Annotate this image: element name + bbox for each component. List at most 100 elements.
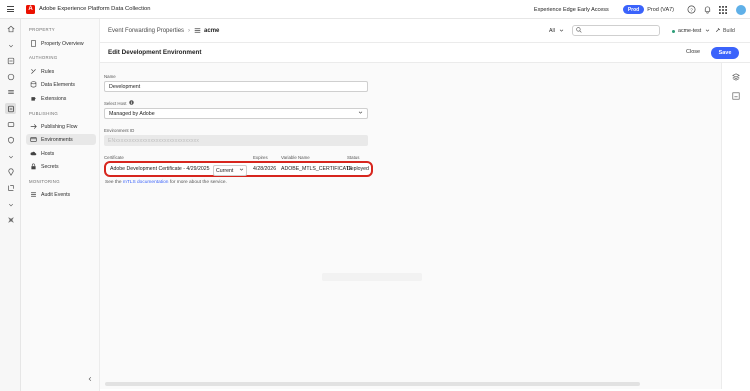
side-navigation: PROPERTY Property Overview AUTHORING Rul… bbox=[21, 19, 100, 391]
comment-icon[interactable] bbox=[731, 91, 741, 101]
menu-icon[interactable] bbox=[0, 0, 20, 19]
top-bar: A Adobe Experience Platform Data Collect… bbox=[0, 0, 750, 19]
info-icon[interactable] bbox=[129, 100, 135, 106]
chevron-down-icon[interactable] bbox=[5, 40, 16, 51]
collapse-nav-icon[interactable] bbox=[85, 374, 94, 383]
save-button[interactable]: Save bbox=[711, 47, 739, 59]
host-select[interactable]: Managed by Adobe bbox=[104, 108, 368, 119]
sidebar-item-label: Property Overview bbox=[41, 40, 84, 47]
chevron-down-icon[interactable] bbox=[5, 199, 16, 210]
user-avatar[interactable] bbox=[736, 4, 746, 15]
nav-section-property: PROPERTY bbox=[29, 27, 55, 32]
filter-select[interactable]: All bbox=[549, 26, 569, 36]
list-icon bbox=[29, 191, 37, 199]
horizontal-scrollbar[interactable] bbox=[105, 382, 640, 386]
breadcrumb-separator: › bbox=[188, 28, 191, 34]
select-host-label-text: Select Host bbox=[104, 100, 127, 106]
right-panel-rail bbox=[721, 63, 750, 389]
rules-icon bbox=[29, 68, 37, 76]
app-rail bbox=[0, 19, 21, 391]
sidebar-item-rules[interactable]: Rules bbox=[26, 66, 96, 77]
environment-id-label: Environment ID bbox=[104, 128, 135, 133]
sidebar-item-label: Publishing Flow bbox=[41, 123, 78, 130]
publishing-flow-icon bbox=[29, 123, 37, 131]
environment-select[interactable]: acme-test bbox=[672, 26, 710, 36]
certificate-version-dropdown[interactable]: Current bbox=[213, 165, 248, 176]
sidebar-item-property-overview[interactable]: Property Overview bbox=[26, 38, 96, 49]
expires-column-header: Expires bbox=[253, 155, 268, 160]
environment-status-dot bbox=[672, 29, 675, 33]
variable-name-column-header: Variable Name bbox=[281, 155, 310, 160]
close-button[interactable]: Close bbox=[686, 49, 700, 55]
chevron-down-icon bbox=[239, 167, 244, 174]
environments-icon bbox=[29, 136, 37, 144]
main-area: Event Forwarding Properties › acme All a… bbox=[100, 19, 750, 391]
location-icon[interactable] bbox=[5, 166, 16, 177]
lock-icon bbox=[29, 163, 37, 171]
chevron-down-icon bbox=[358, 110, 363, 117]
help-prefix: See the bbox=[105, 180, 123, 185]
svg-text:?: ? bbox=[690, 7, 693, 12]
sidebar-item-label: Audit Events bbox=[41, 191, 71, 198]
nav-section-publishing: PUBLISHING bbox=[29, 111, 59, 116]
certificate-name: Adobe Development Certificate - 4/29/202… bbox=[110, 166, 210, 172]
cloud-icon bbox=[29, 150, 37, 158]
app-title: Adobe Experience Platform Data Collectio… bbox=[39, 6, 151, 12]
layers-icon[interactable] bbox=[731, 72, 741, 82]
sidebar-item-hosts[interactable]: Hosts bbox=[26, 148, 96, 159]
extensions-icon bbox=[29, 95, 37, 103]
secure-icon[interactable] bbox=[5, 134, 16, 145]
sidebar-item-secrets[interactable]: Secrets bbox=[26, 161, 96, 172]
list-icon bbox=[194, 27, 201, 36]
sidebar-item-label: Environments bbox=[41, 136, 73, 143]
chevron-down-icon[interactable] bbox=[5, 151, 16, 162]
sidebar-item-label: Extensions bbox=[41, 95, 67, 102]
chevron-down-icon bbox=[705, 28, 710, 35]
mtls-documentation-link[interactable]: mTLS documentation bbox=[123, 180, 169, 185]
breadcrumb-current: acme bbox=[204, 28, 220, 34]
sidebar-item-label: Rules bbox=[41, 68, 55, 75]
search-input[interactable] bbox=[572, 25, 660, 36]
certificate-column-header: Certificate bbox=[104, 155, 124, 160]
certificate-expires: 4/28/2026 bbox=[253, 166, 277, 172]
schema-icon[interactable] bbox=[5, 71, 16, 82]
certificate-version-select[interactable]: Current bbox=[209, 165, 248, 176]
breadcrumb-parent-link[interactable]: Event Forwarding Properties bbox=[108, 28, 184, 34]
monitor-icon[interactable] bbox=[5, 119, 16, 130]
host-select-value: Managed by Adobe bbox=[109, 110, 155, 117]
sidebar-item-extensions[interactable]: Extensions bbox=[26, 93, 96, 104]
datastream-icon[interactable] bbox=[5, 86, 16, 97]
sandbox-name[interactable]: Prod (VA7) bbox=[647, 7, 674, 13]
search-icon bbox=[576, 26, 582, 35]
certificate-variable-name: ADOBE_MTLS_CERTIFICATE bbox=[281, 166, 353, 172]
help-icon[interactable]: ? bbox=[684, 3, 698, 17]
build-label: Build bbox=[723, 28, 735, 34]
sidebar-item-audit-events[interactable]: Audit Events bbox=[26, 189, 96, 200]
flow-icon[interactable] bbox=[5, 182, 16, 193]
sidebar-item-publishing-flow[interactable]: Publishing Flow bbox=[26, 121, 96, 132]
document-icon bbox=[29, 40, 37, 48]
sidebar-item-label: Hosts bbox=[41, 150, 55, 157]
bell-icon[interactable] bbox=[700, 3, 714, 17]
adobe-logo: A bbox=[26, 4, 35, 14]
loading-placeholder bbox=[322, 273, 422, 281]
event-forwarding-icon[interactable] bbox=[5, 103, 16, 114]
select-host-label: Select Host bbox=[104, 100, 135, 106]
apps-grid-icon[interactable] bbox=[716, 3, 730, 17]
home-icon[interactable] bbox=[5, 23, 16, 34]
connections-icon[interactable] bbox=[5, 214, 16, 225]
sidebar-item-data-elements[interactable]: Data Elements bbox=[26, 79, 96, 90]
help-suffix: for more about the service. bbox=[168, 180, 227, 185]
name-field[interactable]: Development bbox=[104, 81, 368, 92]
sidebar-item-environments[interactable]: Environments bbox=[26, 134, 96, 145]
data-elements-icon bbox=[29, 81, 37, 89]
hammer-icon bbox=[715, 27, 721, 35]
tags-icon[interactable] bbox=[5, 55, 16, 66]
prod-badge[interactable]: Prod bbox=[622, 5, 645, 14]
name-label: Name bbox=[104, 74, 116, 79]
build-button[interactable]: Build bbox=[715, 26, 735, 36]
chevron-down-icon bbox=[559, 28, 564, 35]
status-column-header: Status bbox=[347, 155, 360, 160]
top-right-controls: Experience Edge Early Access Prod Prod (… bbox=[534, 0, 750, 19]
certificate-status: Deployed bbox=[347, 166, 369, 172]
